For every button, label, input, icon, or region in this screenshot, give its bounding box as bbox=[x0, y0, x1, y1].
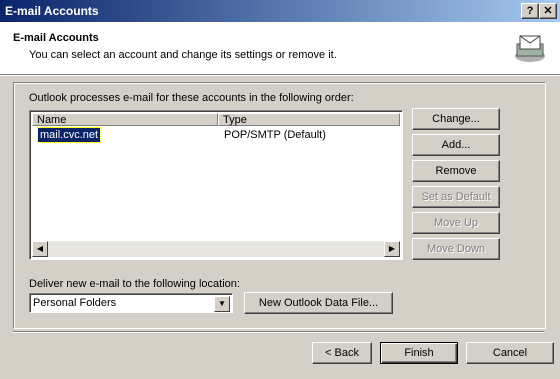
account-name: mail.cvc.net bbox=[36, 127, 102, 143]
delivery-location-value: Personal Folders bbox=[33, 297, 117, 309]
header-subtitle: You can select an account and change its… bbox=[29, 49, 337, 61]
header-separator bbox=[0, 75, 560, 76]
help-button[interactable]: ? bbox=[521, 3, 539, 19]
window-title: E-mail Accounts bbox=[5, 4, 99, 18]
new-data-file-button[interactable]: New Outlook Data File... bbox=[244, 292, 393, 314]
add-button[interactable]: Add... bbox=[412, 134, 500, 156]
header-title: E-mail Accounts bbox=[13, 32, 99, 44]
accounts-list[interactable]: Name Type mail.cvc.net POP/SMTP (Default… bbox=[29, 110, 403, 260]
accounts-caption: Outlook processes e-mail for these accou… bbox=[29, 92, 354, 104]
remove-button[interactable]: Remove bbox=[412, 160, 500, 182]
close-button[interactable]: ✕ bbox=[539, 3, 557, 19]
scroll-right-icon[interactable]: ▶ bbox=[384, 241, 400, 257]
cancel-button[interactable]: Cancel bbox=[466, 342, 554, 364]
list-header: Name Type bbox=[32, 113, 400, 127]
scroll-left-icon[interactable]: ◀ bbox=[32, 241, 48, 257]
header-panel: E-mail Accounts You can select an accoun… bbox=[0, 22, 560, 75]
dropdown-arrow-icon[interactable]: ▼ bbox=[214, 296, 230, 312]
back-button[interactable]: < Back bbox=[312, 342, 372, 364]
email-accounts-icon bbox=[515, 35, 545, 62]
delivery-location-select[interactable]: Personal Folders ▼ bbox=[29, 293, 233, 313]
footer-separator bbox=[13, 331, 544, 333]
title-bar: E-mail Accounts ? ✕ bbox=[0, 0, 560, 22]
move-up-button[interactable]: Move Up bbox=[412, 212, 500, 234]
move-down-button[interactable]: Move Down bbox=[412, 238, 500, 260]
column-header-type[interactable]: Type bbox=[218, 113, 400, 126]
set-as-default-button[interactable]: Set as Default bbox=[412, 186, 500, 208]
finish-button[interactable]: Finish bbox=[380, 342, 458, 364]
change-button[interactable]: Change... bbox=[412, 108, 500, 130]
deliver-label: Deliver new e-mail to the following loca… bbox=[29, 278, 240, 290]
horizontal-scrollbar[interactable]: ◀ ▶ bbox=[32, 241, 400, 257]
column-header-name[interactable]: Name bbox=[32, 113, 218, 126]
account-type: POP/SMTP (Default) bbox=[224, 129, 326, 141]
list-item[interactable]: mail.cvc.net POP/SMTP (Default) bbox=[32, 127, 400, 143]
